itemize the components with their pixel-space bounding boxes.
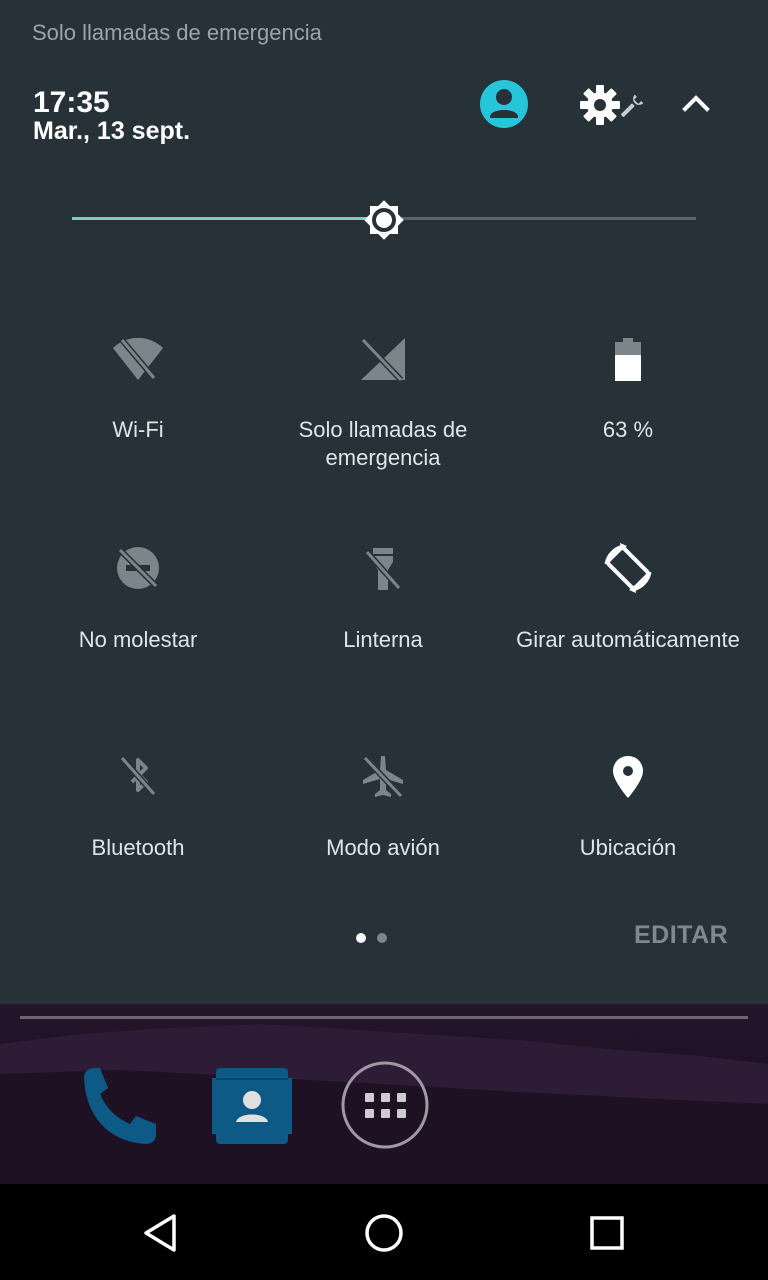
home-icon[interactable] <box>361 1210 407 1256</box>
navigation-bar <box>0 1184 768 1280</box>
phone-icon[interactable] <box>78 1066 162 1150</box>
chevron-up-icon[interactable] <box>676 86 716 120</box>
tile-label: Linterna <box>343 627 423 652</box>
contacts-icon[interactable] <box>210 1064 294 1148</box>
tile-label: Solo llamadas de emergencia <box>298 417 468 470</box>
rotate-icon <box>604 543 652 593</box>
airplane-off-icon <box>362 755 404 799</box>
tile-bluetooth[interactable]: Bluetooth <box>18 748 258 862</box>
account-icon[interactable] <box>478 78 530 130</box>
back-icon[interactable] <box>138 1210 184 1256</box>
clock-time[interactable]: 17:35 <box>33 86 110 120</box>
tile-label: No molestar <box>78 627 198 652</box>
tile-location[interactable]: Ubicación <box>508 748 748 862</box>
settings-button[interactable] <box>576 80 652 130</box>
dock-divider <box>20 1016 748 1019</box>
tile-mobile-data[interactable]: Solo llamadas de emergencia <box>263 330 503 472</box>
tile-label: 63 % <box>602 417 654 442</box>
do-not-disturb-off-icon <box>117 547 159 589</box>
wrench-icon <box>621 94 644 117</box>
page-dot-inactive[interactable] <box>377 933 387 943</box>
signal-off-icon <box>360 337 405 383</box>
battery-icon <box>615 338 641 381</box>
tile-label: Bluetooth <box>91 835 185 860</box>
tile-wifi[interactable]: Wi-Fi <box>18 330 258 444</box>
tile-label: Wi-Fi <box>112 417 164 442</box>
status-text: Solo llamadas de emergencia <box>32 20 322 45</box>
home-screen-dock <box>0 1004 768 1184</box>
page-dot-active[interactable] <box>356 933 366 943</box>
tile-battery[interactable]: 63 % <box>508 330 748 444</box>
wifi-off-icon <box>113 337 163 380</box>
app-drawer-icon[interactable] <box>340 1060 430 1150</box>
tile-do-not-disturb[interactable]: No molestar <box>18 540 258 654</box>
brightness-slider[interactable] <box>72 190 696 250</box>
bluetooth-off-icon <box>119 756 157 796</box>
tile-auto-rotate[interactable]: Girar automáticamente <box>508 540 748 654</box>
tile-label: Girar automáticamente <box>516 627 740 652</box>
brightness-track-fill <box>72 217 384 220</box>
tile-label: Ubicación <box>579 835 677 860</box>
flashlight-off-icon <box>364 548 402 590</box>
quick-settings-panel: Solo llamadas de emergencia 17:35 Mar., … <box>0 0 768 1004</box>
tile-airplane-mode[interactable]: Modo avión <box>263 748 503 862</box>
settings-gear-icon <box>580 85 620 125</box>
recents-icon[interactable] <box>584 1210 630 1256</box>
edit-button[interactable]: EDITAR <box>634 921 728 950</box>
tile-label: Modo avión <box>326 835 440 860</box>
tile-flashlight[interactable]: Linterna <box>263 540 503 654</box>
location-icon <box>613 756 643 798</box>
date-label[interactable]: Mar., 13 sept. <box>33 117 190 146</box>
brightness-icon[interactable] <box>358 194 410 246</box>
